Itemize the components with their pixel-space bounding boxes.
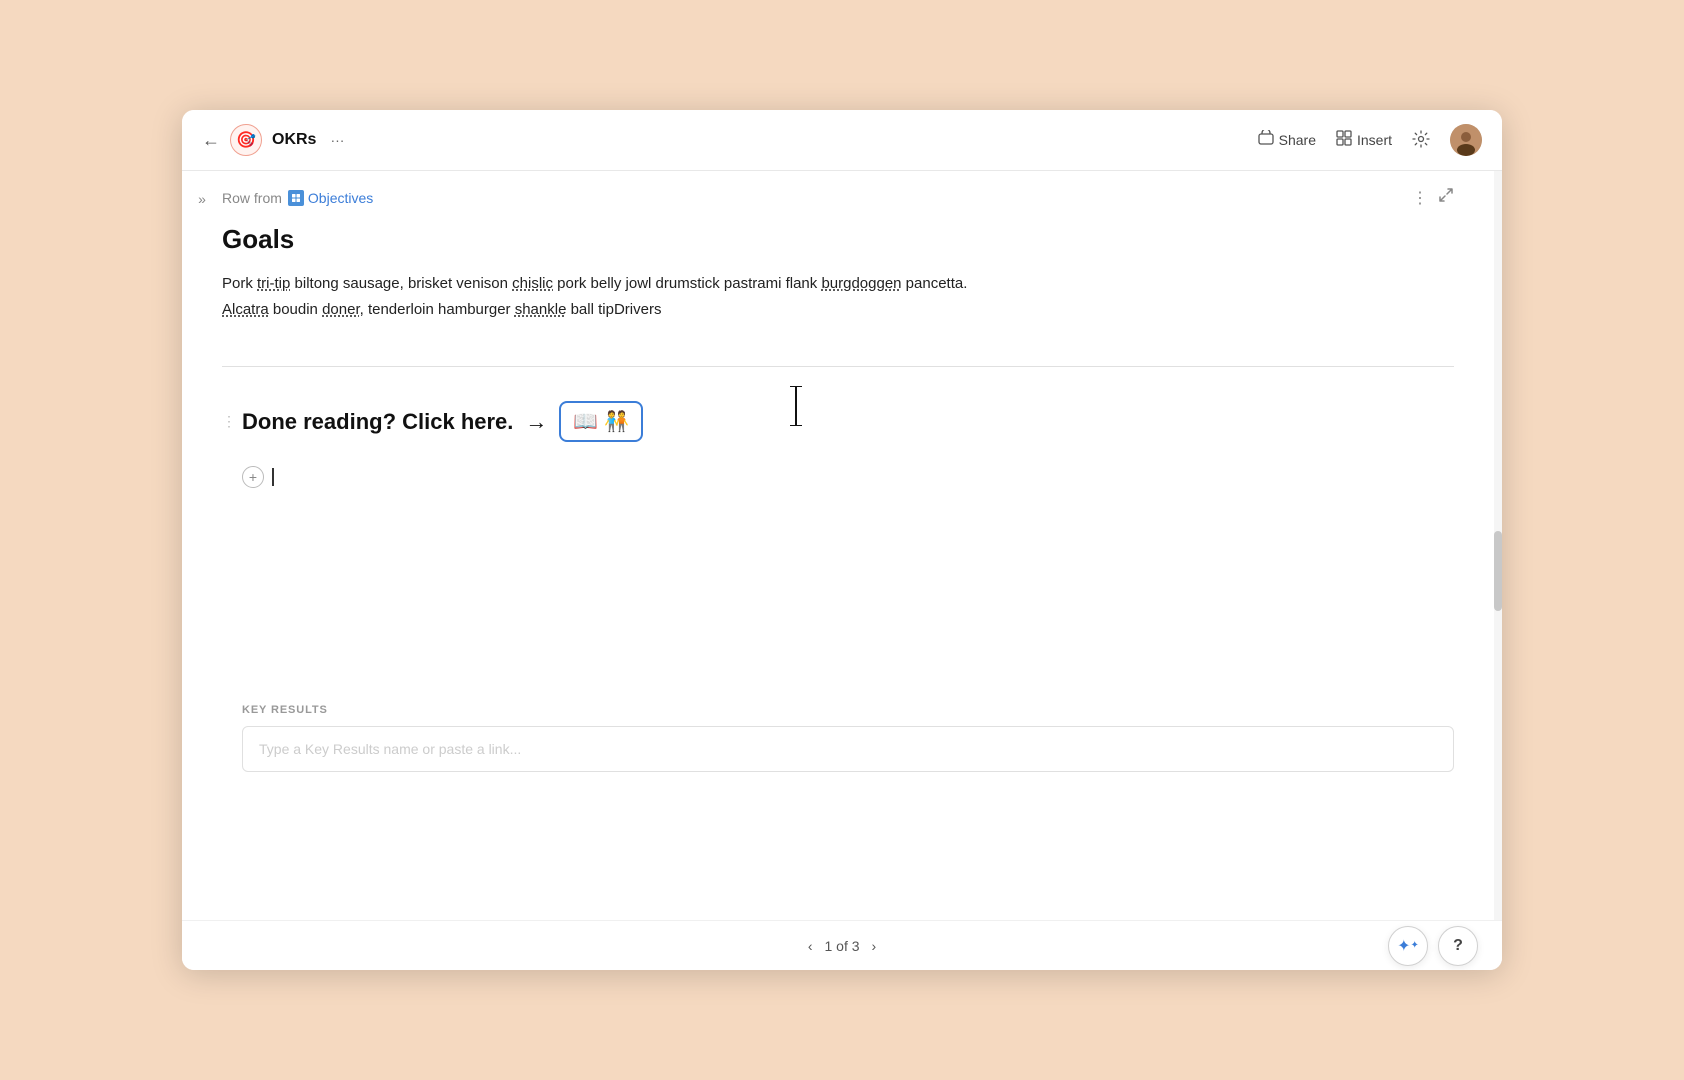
share-label: Share: [1279, 132, 1316, 148]
content-wrapper: » Row from: [182, 171, 1502, 920]
sparkle-icon: ✦: [1397, 936, 1410, 956]
cta-text: Done reading? Click here.: [242, 409, 513, 435]
sidebar-toggle-button[interactable]: »: [198, 191, 206, 207]
settings-button[interactable]: [1412, 130, 1430, 151]
titlebar-right: Share Insert: [1258, 124, 1482, 156]
prev-icon: ‹: [808, 938, 813, 954]
document-section: Goals Pork tri-tip biltong sausage, bris…: [222, 224, 1454, 342]
row-from-label: Row from: [222, 190, 282, 206]
more-button[interactable]: ···: [330, 132, 344, 148]
add-block-row: +: [242, 460, 1454, 494]
word-doner: doner: [322, 301, 360, 318]
main-content: Row from Objectives: [222, 171, 1494, 920]
word-shankle: shankle: [515, 301, 567, 318]
chevron-right-icon: »: [198, 191, 206, 207]
prev-page-button[interactable]: ‹: [808, 938, 813, 954]
app-title: OKRs: [272, 131, 316, 149]
titlebar-left: ← 🎯 OKRs ···: [202, 124, 344, 156]
share-button[interactable]: Share: [1258, 130, 1316, 151]
floating-buttons: ✦ ✦ ?: [1388, 926, 1478, 966]
app-window: ← 🎯 OKRs ··· Share: [182, 110, 1502, 970]
insert-icon: [1336, 130, 1352, 151]
cta-block: ⋮ Done reading? Click here. → 📖 🧑‍🤝‍🧑: [242, 391, 1454, 452]
more-options-button[interactable]: ⋮: [1412, 188, 1428, 208]
help-icon: ?: [1453, 937, 1463, 955]
settings-icon: [1412, 130, 1430, 151]
expand-button[interactable]: [1438, 187, 1454, 208]
back-button[interactable]: ←: [202, 130, 220, 151]
text-cursor-indicator: [787, 386, 805, 431]
key-results-label: KEY RESULTS: [242, 704, 1454, 716]
add-block-button[interactable]: +: [242, 466, 264, 488]
text-input-cursor: [272, 468, 274, 486]
database-icon: [288, 190, 304, 206]
titlebar: ← 🎯 OKRs ··· Share: [182, 110, 1502, 171]
app-icon: 🎯: [230, 124, 262, 156]
next-page-button[interactable]: ›: [872, 938, 877, 954]
insert-button[interactable]: Insert: [1336, 130, 1392, 151]
vertical-dots-icon: ⋮: [1412, 190, 1428, 207]
scrollbar-thumb: [1494, 531, 1502, 611]
key-results-placeholder-text: Type a Key Results name or paste a link.…: [259, 741, 521, 757]
cta-emoji2: 🧑‍🤝‍🧑: [604, 409, 629, 434]
word-chislic: chislic: [512, 275, 553, 292]
share-icon: [1258, 130, 1274, 151]
section-divider: [222, 366, 1454, 367]
sparkle-icon-2: ✦: [1411, 940, 1419, 951]
key-results-section: KEY RESULTS Type a Key Results name or p…: [242, 694, 1454, 772]
drag-handle-icon: ⋮: [222, 413, 236, 430]
breadcrumb: Row from Objectives: [222, 171, 1454, 224]
pagination: ‹ 1 of 3 ›: [808, 938, 876, 954]
ai-sparkle-button[interactable]: ✦ ✦: [1388, 926, 1428, 966]
breadcrumb-left: Row from Objectives: [222, 190, 373, 206]
avatar[interactable]: [1450, 124, 1482, 156]
back-icon: ←: [202, 130, 220, 151]
expand-icon: [1438, 190, 1454, 207]
app-icon-emoji: 🎯: [236, 130, 256, 150]
breadcrumb-db-name: Objectives: [308, 190, 373, 206]
document-body: Pork tri-tip biltong sausage, brisket ve…: [222, 271, 1454, 322]
breadcrumb-db-link[interactable]: Objectives: [288, 190, 373, 206]
cta-arrow: →: [525, 409, 547, 435]
cta-action-button[interactable]: 📖 🧑‍🤝‍🧑: [559, 401, 643, 442]
insert-label: Insert: [1357, 132, 1392, 148]
pagination-bar: ‹ 1 of 3 › ✦ ✦ ?: [182, 920, 1502, 970]
help-button[interactable]: ?: [1438, 926, 1478, 966]
word-burgdoggen: burgdoggen: [821, 275, 901, 292]
key-results-input[interactable]: Type a Key Results name or paste a link.…: [242, 726, 1454, 772]
scrollbar-track[interactable]: [1494, 171, 1502, 920]
page-indicator: 1 of 3: [824, 938, 859, 954]
document-title: Goals: [222, 224, 1454, 255]
breadcrumb-actions: ⋮: [1412, 187, 1454, 208]
cta-emoji: 📖: [573, 409, 598, 434]
next-icon: ›: [872, 938, 877, 954]
word-alcatra: Alcatra: [222, 301, 269, 318]
word-tri-tip: tri-tip: [257, 275, 290, 292]
sidebar-toggle-area: »: [182, 171, 222, 920]
